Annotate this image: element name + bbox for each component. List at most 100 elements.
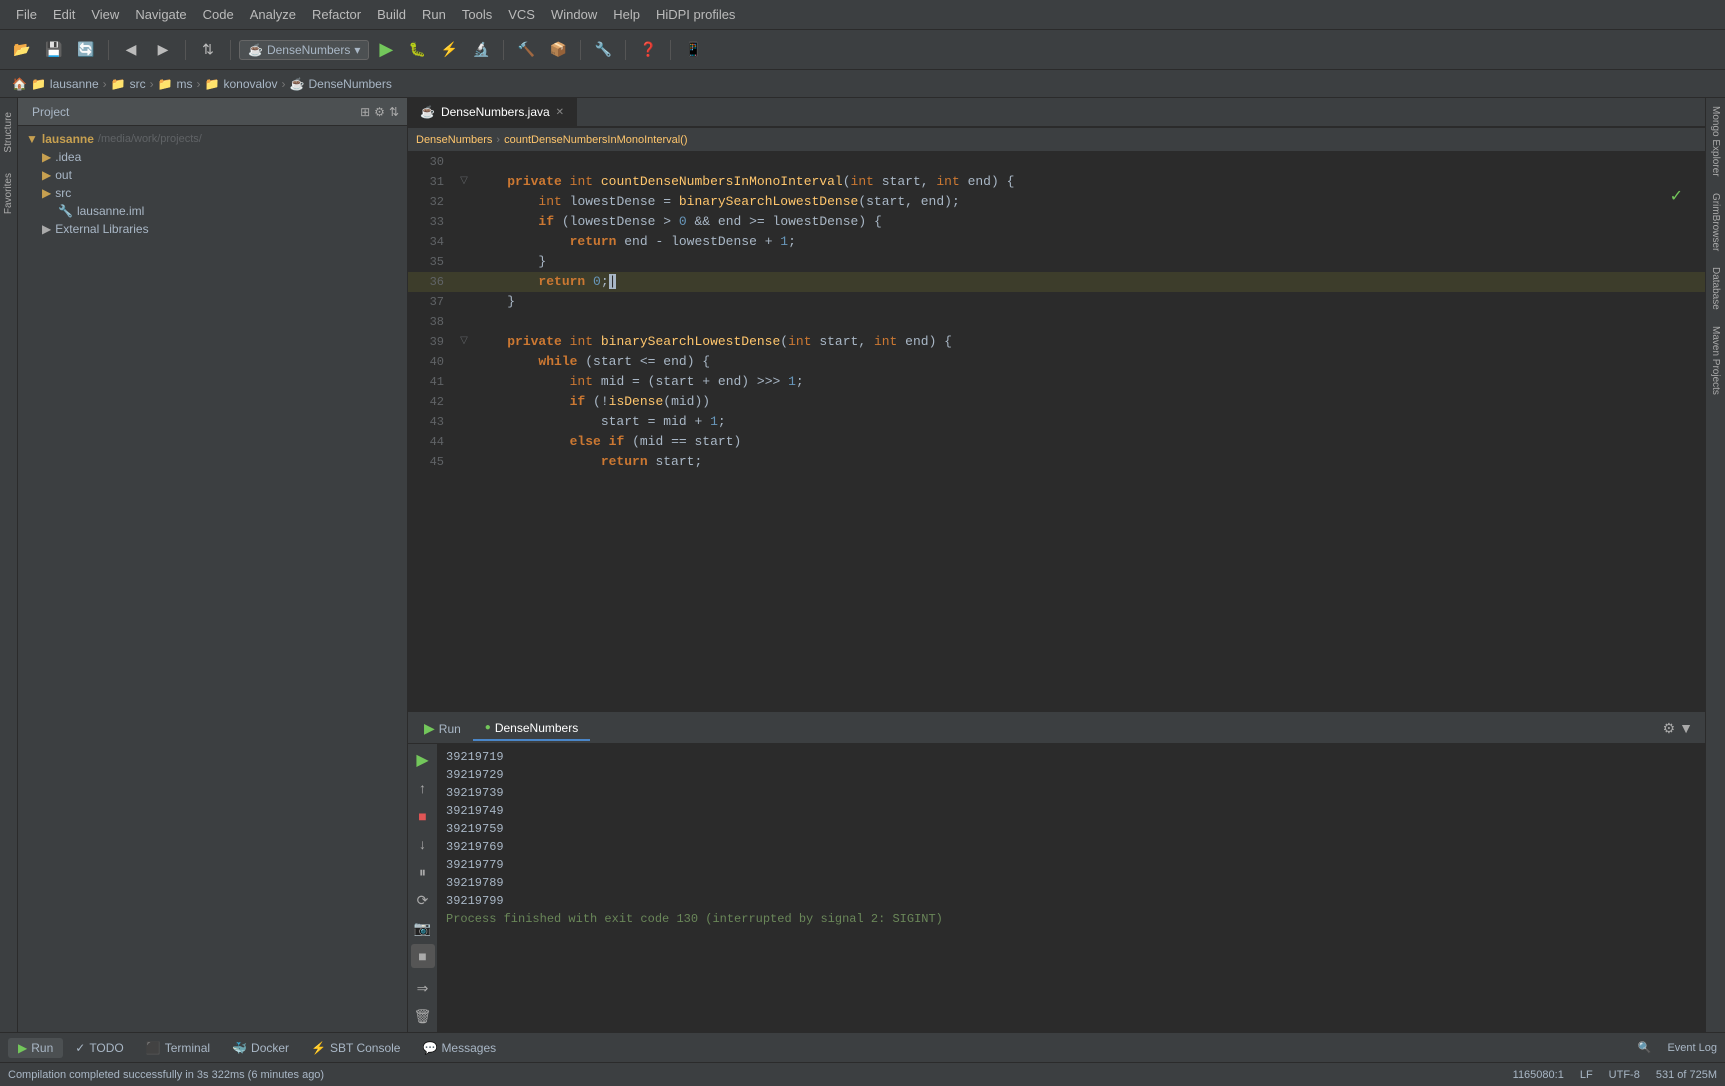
tree-root-lausanne[interactable]: ▼ lausanne /media/work/projects/: [18, 130, 407, 148]
editor-breadcrumb-method[interactable]: countDenseNumbersInMonoInterval(): [504, 134, 687, 146]
event-log-label[interactable]: Event Log: [1667, 1042, 1717, 1054]
maven-projects-tab[interactable]: Maven Projects: [1708, 318, 1723, 403]
run-restart-button[interactable]: ▶: [411, 748, 435, 772]
code-line-41: 41 int mid = (start + end) >>> 1;: [408, 372, 1705, 392]
code-line-38: 38: [408, 312, 1705, 332]
run-trash-button[interactable]: 🗑: [411, 1004, 435, 1028]
save-button[interactable]: 💾: [40, 36, 68, 64]
menu-vcs[interactable]: VCS: [500, 3, 543, 26]
run-square-button[interactable]: ■: [411, 944, 435, 968]
structure-tab-btn[interactable]: Structure: [1, 106, 16, 159]
help-button[interactable]: ❓: [634, 36, 662, 64]
taskbar-right: 🔍 Event Log: [1638, 1041, 1717, 1054]
menu-window[interactable]: Window: [543, 3, 605, 26]
code-line-40: 40 while (start <= end) {: [408, 352, 1705, 372]
tree-idea[interactable]: ▶ .idea: [18, 148, 407, 166]
run-settings-icon[interactable]: ⚙: [1663, 720, 1676, 737]
module-button[interactable]: 📦: [544, 36, 572, 64]
run-button[interactable]: ▶: [373, 37, 399, 62]
tree-lausanne-iml[interactable]: 🔧 lausanne.iml: [18, 202, 407, 220]
mongo-explorer-tab[interactable]: Mongo Explorer: [1708, 98, 1723, 185]
densenumbers-run-label: DenseNumbers: [495, 721, 578, 735]
code-line-36: 36 return 0;|: [408, 272, 1705, 292]
run-tab-label: Run: [439, 722, 461, 736]
run-tab[interactable]: ▶ Run: [416, 720, 469, 737]
open-button[interactable]: 📂: [8, 36, 36, 64]
project-icon1[interactable]: ⊞: [360, 105, 370, 119]
run-refresh-button[interactable]: ⟳: [411, 888, 435, 912]
menu-file[interactable]: File: [8, 3, 45, 26]
profile-button[interactable]: 🔬: [467, 36, 495, 64]
code-line-30: 30: [408, 152, 1705, 172]
run-config-selector[interactable]: ☕ DenseNumbers ▾: [239, 40, 369, 60]
output-line-2: 39219739: [446, 784, 1697, 802]
coverage-button[interactable]: ⚡: [435, 36, 463, 64]
move-statement-up-button[interactable]: ⇅: [194, 36, 222, 64]
tab-close-icon[interactable]: ✕: [556, 107, 564, 118]
taskbar-run-btn[interactable]: ▶ Run: [8, 1038, 63, 1058]
forward-button[interactable]: ▶: [149, 36, 177, 64]
menu-refactor[interactable]: Refactor: [304, 3, 369, 26]
output-process-msg: Process finished with exit code 130 (int…: [446, 910, 1697, 928]
breadcrumb-lausanne[interactable]: 📁 lausanne: [31, 77, 99, 91]
code-line-32: 32 int lowestDense = binarySearchLowestD…: [408, 192, 1705, 212]
code-editor[interactable]: 30 31 ▽ private int countDenseNumbersInM…: [408, 152, 1705, 712]
editor-tab-densenumbers[interactable]: ☕ DenseNumbers.java ✕: [408, 98, 577, 126]
device-button[interactable]: 📱: [679, 36, 707, 64]
tree-external-libs[interactable]: ▶ External Libraries: [18, 220, 407, 238]
grim-browser-tab[interactable]: GrimBrowser: [1708, 185, 1723, 259]
menu-help[interactable]: Help: [605, 3, 648, 26]
taskbar-sbt-label: SBT Console: [330, 1041, 400, 1055]
encoding: UTF-8: [1609, 1069, 1640, 1081]
menu-code[interactable]: Code: [195, 3, 242, 26]
toolbar-sep-3: [230, 40, 231, 60]
line-separator: LF: [1580, 1069, 1593, 1081]
debug-button[interactable]: 🐛: [403, 36, 431, 64]
project-tab-label[interactable]: Project: [26, 103, 75, 121]
project-icon2[interactable]: ⚙: [374, 105, 385, 119]
run-pause-button[interactable]: ⏸: [411, 860, 435, 884]
breadcrumb-densenumbers[interactable]: ☕ DenseNumbers: [290, 77, 392, 91]
densenumbers-run-tab[interactable]: ● DenseNumbers: [473, 717, 590, 741]
code-line-33: 33 if (lowestDense > 0 && end >= lowestD…: [408, 212, 1705, 232]
run-camera-button[interactable]: 📷: [411, 916, 435, 940]
editor-breadcrumb-class[interactable]: DenseNumbers: [416, 134, 492, 146]
project-gear-icon[interactable]: ⇅: [389, 105, 399, 119]
build-button[interactable]: 🔨: [512, 36, 540, 64]
breadcrumb-ms[interactable]: 📁 ms: [158, 77, 193, 91]
menu-tools[interactable]: Tools: [454, 3, 500, 26]
tree-out[interactable]: ▶ out: [18, 166, 407, 184]
tree-src[interactable]: ▶ src: [18, 184, 407, 202]
breadcrumb-src[interactable]: 📁 src: [111, 77, 146, 91]
back-button[interactable]: ◀: [117, 36, 145, 64]
taskbar-docker-btn[interactable]: 🐳 Docker: [222, 1038, 299, 1058]
menu-build[interactable]: Build: [369, 3, 414, 26]
database-tab[interactable]: Database: [1708, 259, 1723, 318]
taskbar-sbt-btn[interactable]: ⚡ SBT Console: [301, 1038, 410, 1058]
taskbar-messages-btn[interactable]: 💬 Messages: [412, 1038, 506, 1058]
taskbar-todo-btn[interactable]: ✓ TODO: [65, 1038, 134, 1058]
menu-analyze[interactable]: Analyze: [242, 3, 304, 26]
menu-edit[interactable]: Edit: [45, 3, 83, 26]
run-down-button[interactable]: ↓: [411, 832, 435, 856]
sdk-button[interactable]: 🔧: [589, 36, 617, 64]
run-up-button[interactable]: ↑: [411, 776, 435, 800]
run-scroll-button[interactable]: ⇒: [411, 976, 435, 1000]
favorites-tab-btn[interactable]: Favorites: [1, 167, 16, 220]
menu-run[interactable]: Run: [414, 3, 454, 26]
menu-hidpi[interactable]: HiDPI profiles: [648, 3, 743, 26]
taskbar-run-icon: ▶: [18, 1041, 27, 1055]
toolbar-sep-5: [580, 40, 581, 60]
bottom-panel: ▶ Run ● DenseNumbers ⚙ ▼ ▶ ↑ ■ ↓: [408, 712, 1705, 1032]
run-minimize-icon[interactable]: ▼: [1679, 720, 1693, 737]
run-sidebar: ▶ ↑ ■ ↓ ⏸ ⟳ 📷 ■ ⇒ 🗑: [408, 744, 438, 1032]
output-line-3: 39219749: [446, 802, 1697, 820]
messages-icon: 💬: [422, 1041, 437, 1055]
menu-navigate[interactable]: Navigate: [127, 3, 194, 26]
run-stop-button[interactable]: ■: [411, 804, 435, 828]
menu-view[interactable]: View: [83, 3, 127, 26]
breadcrumb-konovalov[interactable]: 📁 konovalov: [205, 77, 278, 91]
project-panel: Project ⊞ ⚙ ⇅ ▼ lausanne /media/work/pro…: [18, 98, 408, 1032]
taskbar-terminal-btn[interactable]: ⬛ Terminal: [136, 1038, 220, 1058]
sync-button[interactable]: 🔄: [72, 36, 100, 64]
